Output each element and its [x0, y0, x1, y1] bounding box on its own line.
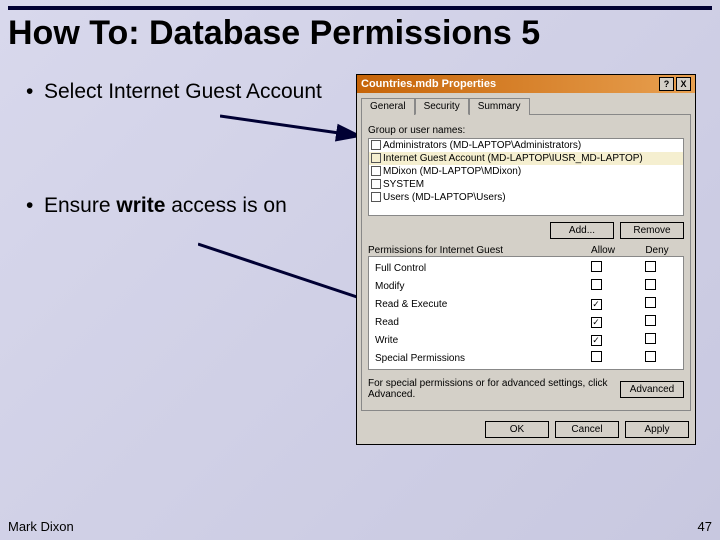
deny-checkbox[interactable] [645, 333, 656, 344]
tab-general[interactable]: General [361, 98, 415, 115]
allow-header: Allow [576, 245, 630, 256]
list-item-label: MDixon (MD-LAPTOP\MDixon) [383, 166, 521, 177]
deny-checkbox[interactable] [645, 279, 656, 290]
dialog-body: Group or user names: Administrators (MD-… [361, 114, 691, 411]
add-button[interactable]: Add... [550, 222, 614, 239]
tab-strip: General Security Summary [357, 93, 695, 114]
list-item[interactable]: MDixon (MD-LAPTOP\MDixon) [369, 165, 683, 178]
deny-checkbox[interactable] [645, 351, 656, 362]
group-icon [371, 192, 381, 202]
footer-page: 47 [698, 519, 712, 534]
allow-checkbox[interactable] [591, 261, 602, 272]
permission-name: Full Control [375, 263, 569, 274]
dialog-footer: OK Cancel Apply [357, 415, 695, 444]
allow-checkbox[interactable]: ✓ [591, 299, 602, 310]
close-button[interactable]: X [676, 77, 691, 91]
allow-checkbox[interactable]: ✓ [591, 335, 602, 346]
deny-checkbox[interactable] [645, 315, 656, 326]
bullet-1-text: Select Internet Guest Account [44, 80, 322, 103]
bullet-2: Ensure write access is on [26, 194, 326, 218]
list-item[interactable]: SYSTEM [369, 178, 683, 191]
remove-button[interactable]: Remove [620, 222, 684, 239]
permissions-for-label: Permissions for Internet Guest [368, 245, 576, 256]
cancel-button[interactable]: Cancel [555, 421, 619, 438]
permission-row: Special Permissions [369, 349, 683, 367]
permission-row: Full Control [369, 259, 683, 277]
properties-dialog: Countries.mdb Properties ? X General Sec… [356, 74, 696, 445]
permission-row: Write ✓ [369, 331, 683, 349]
group-label: Group or user names: [368, 125, 684, 136]
dialog-titlebar[interactable]: Countries.mdb Properties ? X [357, 75, 695, 93]
bullet-2-bold: write [116, 194, 165, 217]
tab-summary[interactable]: Summary [469, 98, 530, 115]
list-item-label: Administrators (MD-LAPTOP\Administrators… [383, 140, 581, 151]
tab-security[interactable]: Security [415, 98, 469, 115]
user-listbox[interactable]: Administrators (MD-LAPTOP\Administrators… [368, 138, 684, 216]
page-title: How To: Database Permissions 5 [8, 14, 540, 53]
bullet-list: Select Internet Guest Account Ensure wri… [26, 80, 326, 308]
allow-checkbox[interactable]: ✓ [591, 317, 602, 328]
permission-row: Modify [369, 277, 683, 295]
dialog-title: Countries.mdb Properties [361, 78, 496, 90]
allow-checkbox[interactable] [591, 279, 602, 290]
permission-name: Special Permissions [375, 353, 569, 364]
list-item[interactable]: Internet Guest Account (MD-LAPTOP\IUSR_M… [369, 152, 683, 165]
group-icon [371, 140, 381, 150]
advanced-text: For special permissions or for advanced … [368, 378, 614, 400]
bullet-2-pre: Ensure [44, 194, 116, 217]
permissions-header: Permissions for Internet Guest Allow Den… [368, 245, 684, 256]
permission-row: Read ✓ [369, 313, 683, 331]
bullet-1: Select Internet Guest Account [26, 80, 326, 104]
allow-checkbox[interactable] [591, 351, 602, 362]
advanced-button[interactable]: Advanced [620, 381, 684, 398]
deny-header: Deny [630, 245, 684, 256]
permission-name: Read [375, 317, 569, 328]
apply-button[interactable]: Apply [625, 421, 689, 438]
user-icon [371, 179, 381, 189]
permission-name: Write [375, 335, 569, 346]
help-button[interactable]: ? [659, 77, 674, 91]
permissions-list: Full ControlModifyRead & Execute✓Read✓Wr… [368, 256, 684, 370]
permission-row: Read & Execute ✓ [369, 295, 683, 313]
list-item[interactable]: Users (MD-LAPTOP\Users) [369, 191, 683, 204]
footer-author: Mark Dixon [8, 519, 74, 534]
list-item-label: Users (MD-LAPTOP\Users) [383, 192, 506, 203]
permission-name: Read & Execute [375, 299, 569, 310]
title-rule [8, 6, 712, 10]
list-item-label: Internet Guest Account (MD-LAPTOP\IUSR_M… [383, 153, 643, 164]
permission-name: Modify [375, 281, 569, 292]
bullet-2-post: access is on [165, 194, 286, 217]
list-item[interactable]: Administrators (MD-LAPTOP\Administrators… [369, 139, 683, 152]
ok-button[interactable]: OK [485, 421, 549, 438]
deny-checkbox[interactable] [645, 297, 656, 308]
user-icon [371, 166, 381, 176]
deny-checkbox[interactable] [645, 261, 656, 272]
list-item-label: SYSTEM [383, 179, 424, 190]
user-icon [371, 153, 381, 163]
